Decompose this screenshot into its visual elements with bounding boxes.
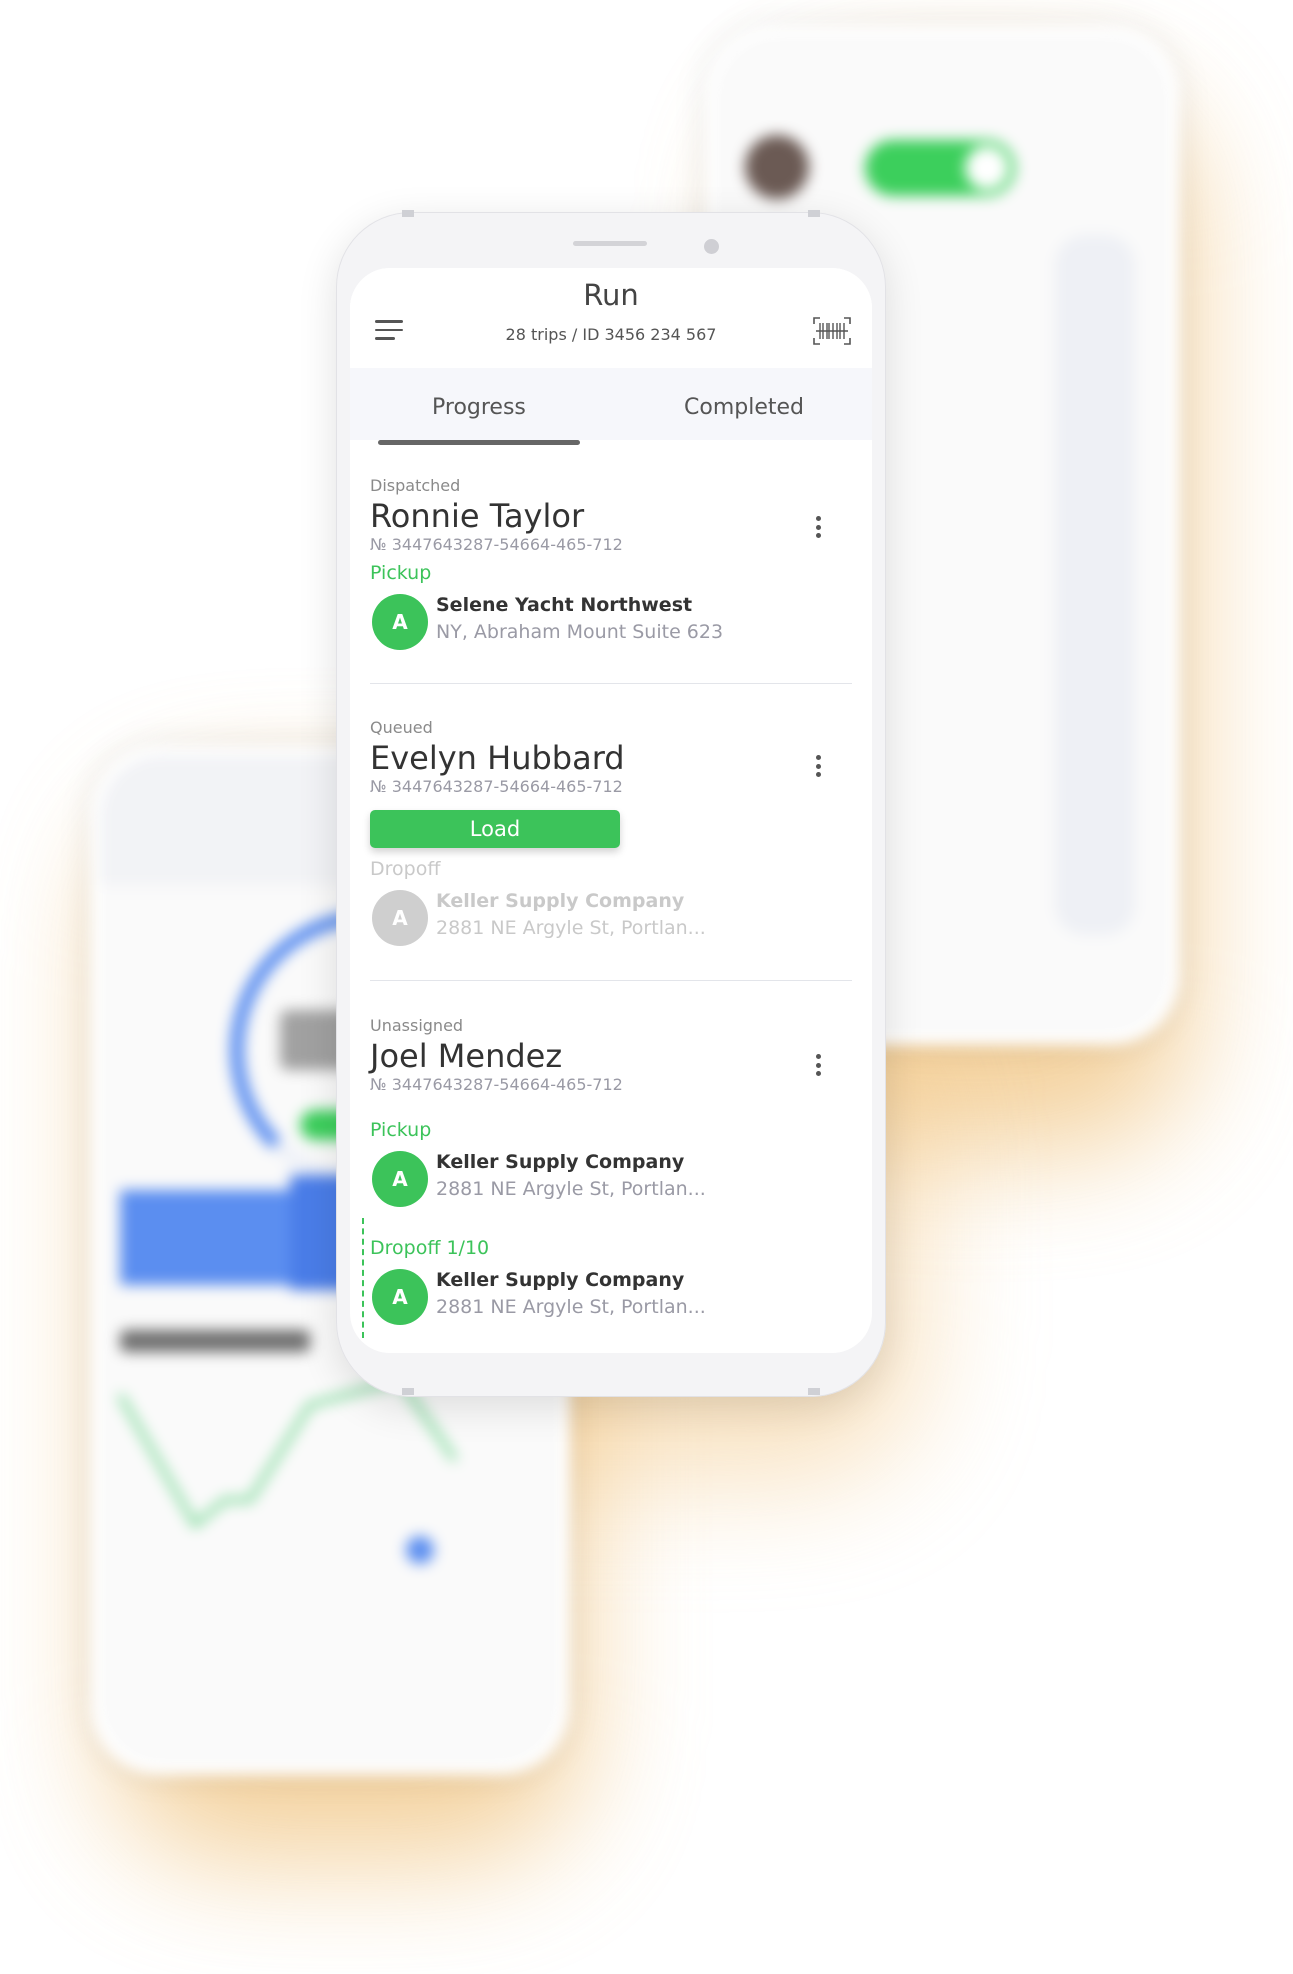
phone-camera bbox=[704, 239, 719, 254]
stop-address: 2881 NE Argyle St, Portlan... bbox=[436, 1178, 706, 1200]
driver-name: Ronnie Taylor bbox=[370, 497, 585, 535]
run-card[interactable]: Queued Evelyn Hubbard № 3447643287-54664… bbox=[370, 718, 850, 948]
barcode-icon[interactable] bbox=[813, 317, 851, 345]
driver-name: Evelyn Hubbard bbox=[370, 739, 625, 777]
stop-label: Pickup bbox=[370, 1119, 432, 1141]
trip-number: № 3447643287-54664-465-712 bbox=[370, 1075, 623, 1094]
stop-item[interactable]: A Selene Yacht Northwest NY, Abraham Mou… bbox=[370, 594, 850, 652]
stop-label: Dropoff 1/10 bbox=[370, 1237, 490, 1259]
driver-name: Joel Mendez bbox=[370, 1037, 563, 1075]
stop-label: Dropoff bbox=[370, 858, 441, 880]
more-vertical-icon[interactable] bbox=[816, 516, 822, 542]
avatar bbox=[745, 135, 809, 199]
tab-completed[interactable]: Completed bbox=[684, 395, 804, 420]
card-divider bbox=[370, 980, 852, 981]
trip-number: № 3447643287-54664-465-712 bbox=[370, 535, 623, 554]
background-panel bbox=[1055, 235, 1135, 935]
card-divider bbox=[370, 683, 852, 684]
stop-company: Selene Yacht Northwest bbox=[436, 594, 693, 616]
more-vertical-icon[interactable] bbox=[816, 1054, 822, 1080]
run-card[interactable]: Dispatched Ronnie Taylor № 3447643287-54… bbox=[370, 476, 850, 652]
stop-item[interactable]: A Keller Supply Company 2881 NE Argyle S… bbox=[370, 890, 850, 948]
tab-bar: Progress Completed bbox=[350, 368, 872, 440]
stop-badge: A bbox=[372, 890, 428, 946]
more-vertical-icon[interactable] bbox=[816, 755, 822, 781]
stop-company: Keller Supply Company bbox=[436, 1269, 685, 1291]
status-toggle bbox=[865, 140, 1015, 196]
phone-speaker bbox=[573, 241, 647, 246]
frame-edge-mark bbox=[808, 210, 820, 217]
section-title bbox=[120, 1330, 310, 1352]
load-button[interactable]: Load bbox=[370, 810, 620, 848]
app-header: Run 28 trips / ID 3456 234 567 bbox=[350, 268, 872, 368]
stop-badge: A bbox=[372, 594, 428, 650]
trip-number: № 3447643287-54664-465-712 bbox=[370, 777, 623, 796]
route-connector bbox=[362, 1218, 364, 1338]
toggle-knob bbox=[965, 146, 1009, 190]
stop-label: Pickup bbox=[370, 562, 432, 584]
stop-item[interactable]: A Keller Supply Company 2881 NE Argyle S… bbox=[370, 1151, 850, 1209]
tab-progress[interactable]: Progress bbox=[432, 395, 526, 420]
active-tab-indicator bbox=[378, 440, 580, 445]
app-screen: Run 28 trips / ID 3456 234 567 Progress … bbox=[350, 268, 872, 1353]
run-card[interactable]: Unassigned Joel Mendez № 3447643287-5466… bbox=[370, 1016, 850, 1327]
run-status: Unassigned bbox=[370, 1016, 464, 1035]
stop-address: 2881 NE Argyle St, Portlan... bbox=[436, 1296, 706, 1318]
stop-address: 2881 NE Argyle St, Portlan... bbox=[436, 917, 706, 939]
stop-badge: A bbox=[372, 1269, 428, 1325]
run-status: Dispatched bbox=[370, 476, 461, 495]
frame-edge-mark bbox=[402, 210, 414, 217]
page-subtitle: 28 trips / ID 3456 234 567 bbox=[505, 325, 717, 344]
stop-company: Keller Supply Company bbox=[436, 890, 685, 912]
stop-item[interactable]: A Keller Supply Company 2881 NE Argyle S… bbox=[370, 1269, 850, 1327]
page-title: Run bbox=[583, 278, 639, 312]
run-status: Queued bbox=[370, 718, 433, 737]
stop-badge: A bbox=[372, 1151, 428, 1207]
frame-edge-mark bbox=[402, 1388, 414, 1395]
frame-edge-mark bbox=[808, 1388, 820, 1395]
stop-company: Keller Supply Company bbox=[436, 1151, 685, 1173]
marketing-stage: Run 28 trips / ID 3456 234 567 Progress … bbox=[0, 0, 1293, 1974]
line-chart bbox=[117, 1377, 458, 1564]
stop-address: NY, Abraham Mount Suite 623 bbox=[436, 621, 724, 643]
